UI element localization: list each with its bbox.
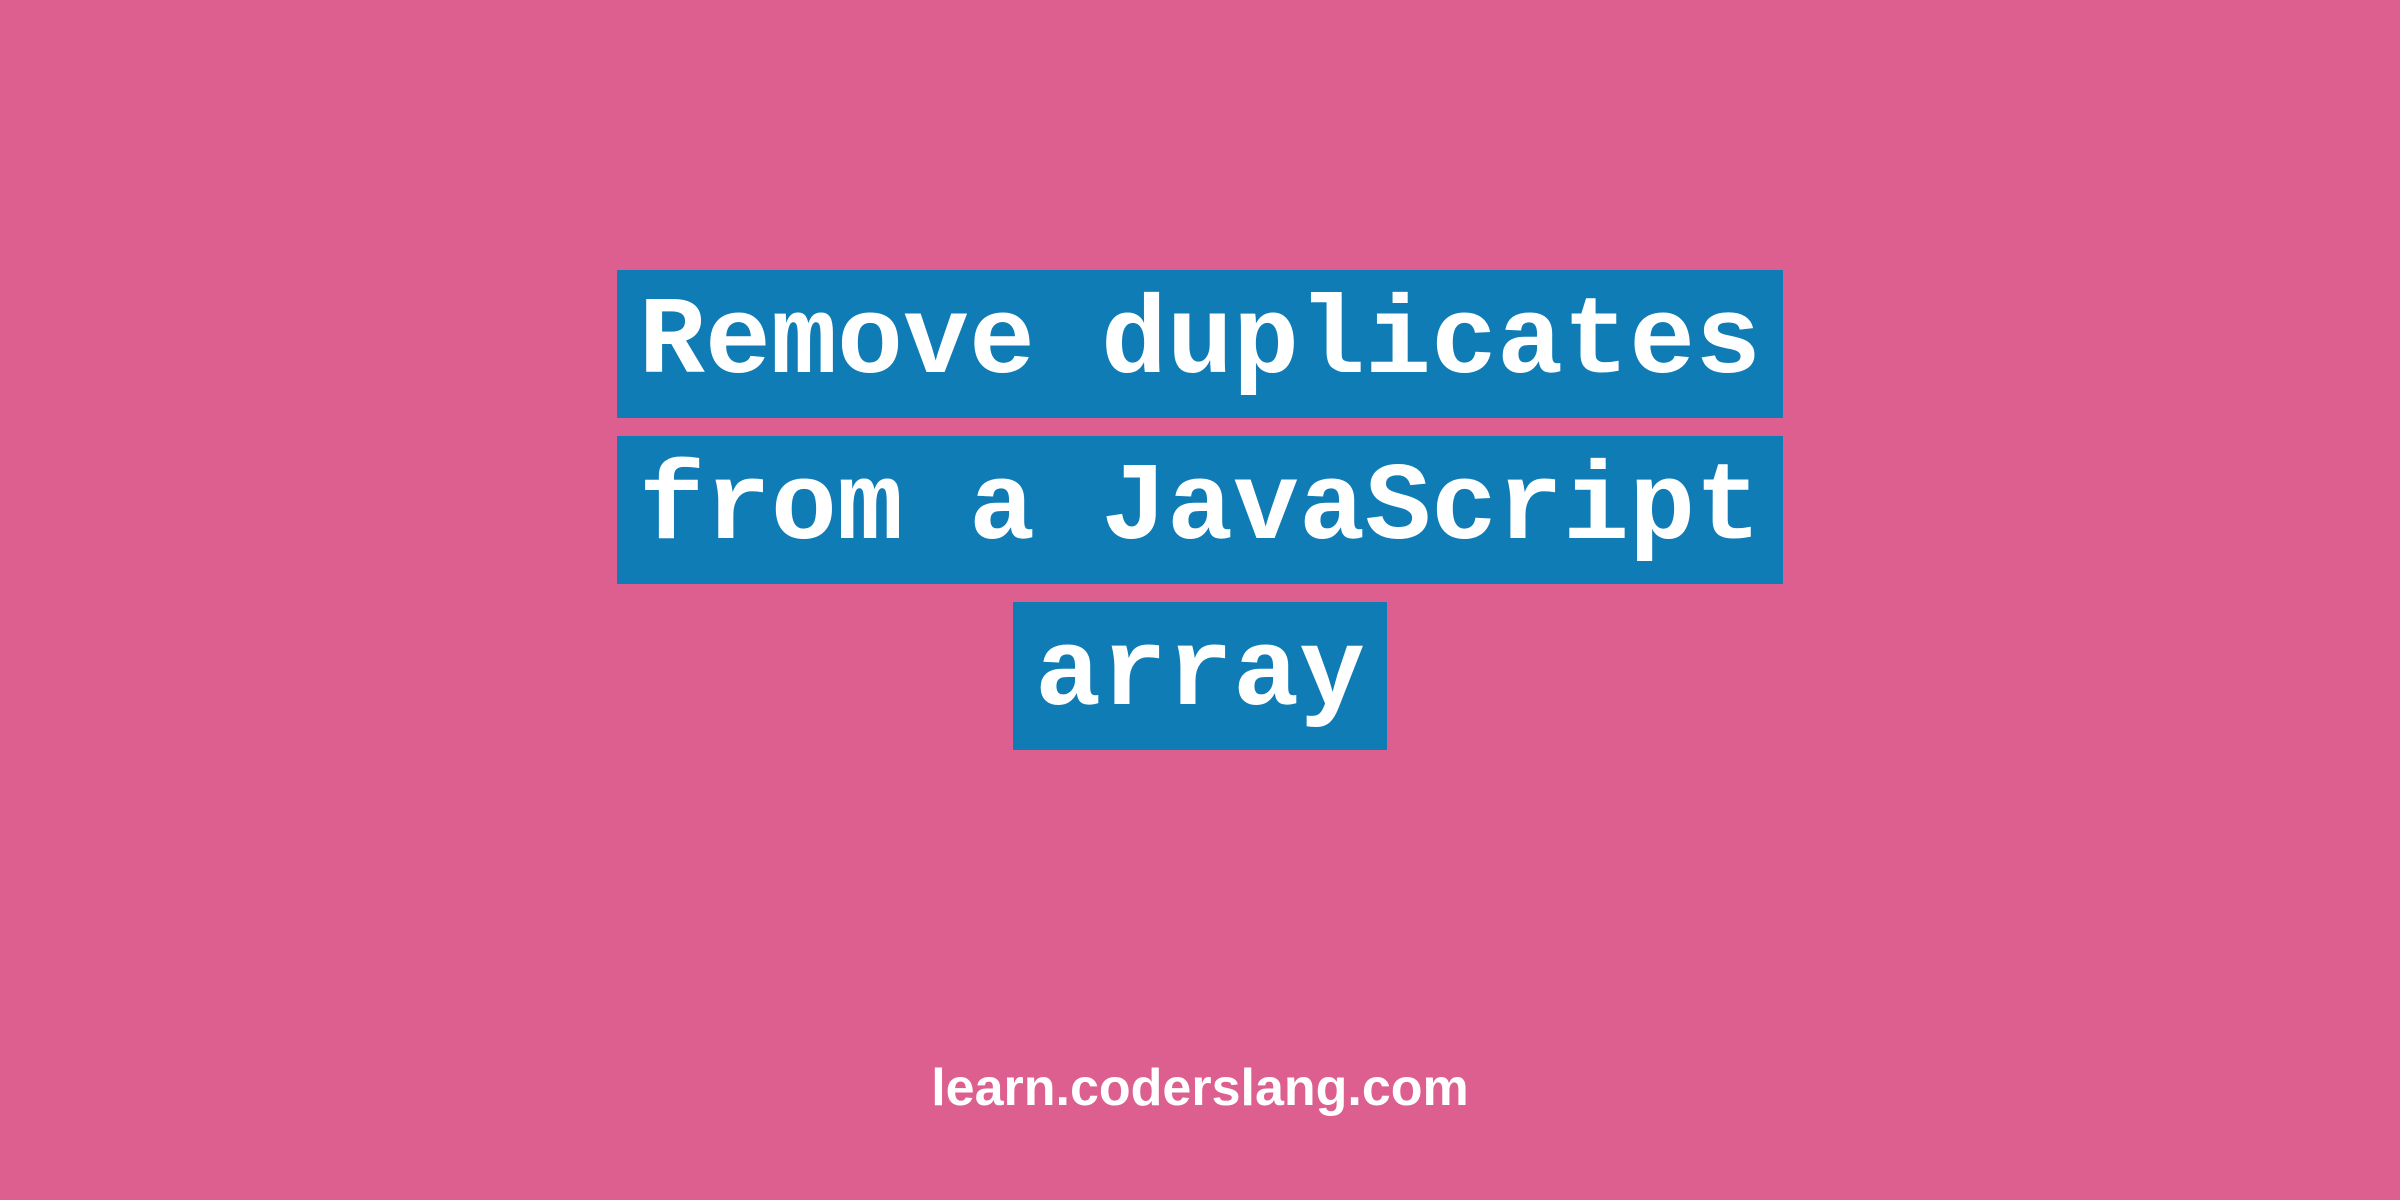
footer-url: learn.coderslang.com [931,1058,1469,1118]
page-title: Remove duplicates from a JavaScript arra… [617,270,1783,750]
title-line-2: from a JavaScript [617,436,1783,584]
title-line-1: Remove duplicates [617,270,1783,418]
title-line-3: array [1013,602,1387,750]
